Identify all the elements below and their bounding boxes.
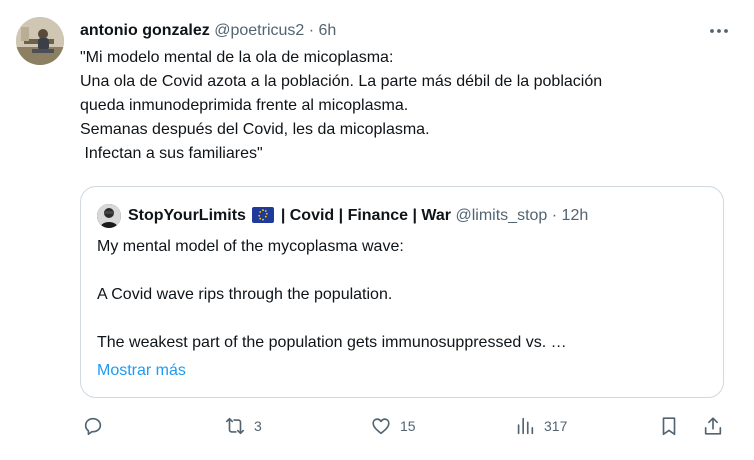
tweet-text: "Mi modelo mental de la ola de micoplasm… bbox=[80, 46, 720, 166]
bookmark-button[interactable] bbox=[658, 412, 680, 440]
author-handle[interactable]: @poetricus2 bbox=[214, 22, 304, 39]
quoted-header: StopYourLimits | Covid | Finance | War @… bbox=[128, 206, 588, 226]
separator-dot: · bbox=[308, 22, 315, 39]
views-button[interactable]: 317 bbox=[514, 412, 567, 440]
share-button[interactable] bbox=[702, 412, 724, 440]
timestamp[interactable]: 6h bbox=[319, 22, 337, 39]
tweet[interactable]: antonio gonzalez @poetricus2 · 6h "Mi mo… bbox=[0, 0, 754, 460]
quoted-author-handle: @limits_stop bbox=[455, 207, 548, 224]
like-count: 15 bbox=[400, 418, 416, 434]
tweet-header: antonio gonzalez @poetricus2 · 6h bbox=[80, 21, 336, 41]
repost-button[interactable]: 3 bbox=[224, 412, 262, 440]
tweet-text-line: Infectan a sus familiares" bbox=[80, 145, 263, 162]
quoted-text: My mental model of the mycoplasma wave: … bbox=[97, 235, 707, 355]
tweet-text-line: Una ola de Covid azota a la población. L… bbox=[80, 73, 603, 90]
show-more-link[interactable]: Mostrar más bbox=[97, 359, 186, 383]
tweet-text-line: queda inmunodeprimida frente al micoplas… bbox=[80, 97, 409, 114]
quoted-paragraph: A Covid wave rips through the population… bbox=[97, 286, 393, 303]
author-name[interactable]: antonio gonzalez bbox=[80, 22, 210, 39]
quoted-avatar bbox=[97, 204, 121, 228]
more-horizontal-icon bbox=[710, 29, 728, 33]
quoted-timestamp: 12h bbox=[561, 207, 589, 224]
quoted-paragraph: The weakest part of the population gets … bbox=[97, 334, 567, 351]
avatar[interactable] bbox=[16, 17, 64, 65]
repost-count: 3 bbox=[254, 418, 262, 434]
quoted-tweet[interactable]: StopYourLimits | Covid | Finance | War @… bbox=[80, 186, 724, 398]
tweet-text-line: "Mi modelo mental de la ola de micoplasm… bbox=[80, 49, 394, 66]
heart-icon bbox=[372, 418, 390, 435]
reply-button[interactable] bbox=[82, 412, 112, 440]
action-bar: 3 15 317 bbox=[80, 412, 726, 440]
eu-flag-icon bbox=[252, 207, 275, 223]
share-icon bbox=[704, 417, 722, 435]
reply-icon bbox=[84, 417, 102, 436]
repost-icon bbox=[225, 417, 245, 435]
views-icon bbox=[517, 417, 534, 435]
bookmark-icon bbox=[662, 417, 676, 436]
views-count: 317 bbox=[544, 418, 568, 434]
quoted-paragraph: My mental model of the mycoplasma wave: bbox=[97, 238, 404, 255]
tweet-text-line: Semanas después del Covid, les da micopl… bbox=[80, 121, 430, 138]
quoted-avatar-photo-icon bbox=[97, 204, 121, 228]
like-button[interactable]: 15 bbox=[370, 412, 416, 440]
quoted-author-name: StopYourLimits bbox=[128, 207, 246, 224]
avatar-photo-icon bbox=[16, 17, 64, 65]
more-options-button[interactable] bbox=[706, 20, 732, 42]
quoted-separator-dot: · bbox=[551, 207, 558, 224]
quoted-author-name-suffix: | Covid | Finance | War bbox=[280, 207, 452, 224]
